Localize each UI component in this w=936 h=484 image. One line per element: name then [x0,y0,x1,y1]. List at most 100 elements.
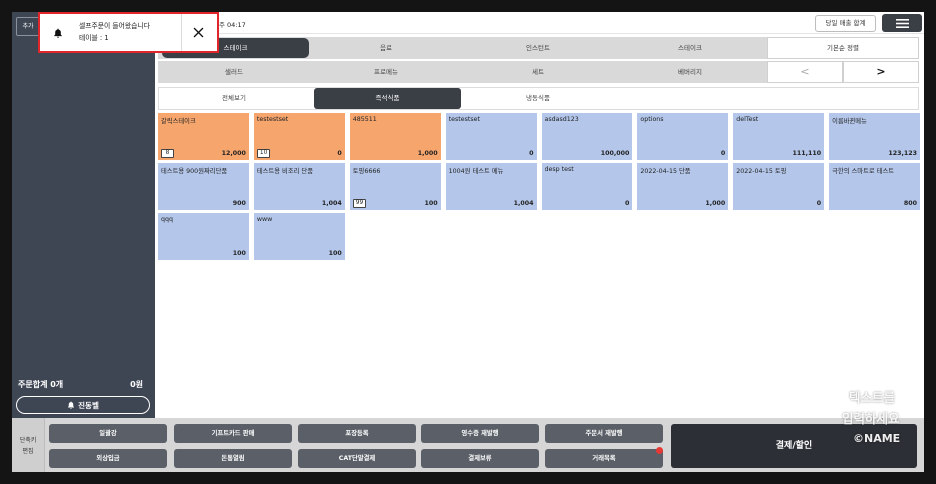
menu-tile-price: 0 [720,150,726,157]
hold-payment-button[interactable]: 결제보류 [421,449,539,468]
menu-tile[interactable]: qqq 100 [158,213,249,260]
menu-tile[interactable]: 이름바뀐메뉴 123,123 [829,113,920,160]
menu-tile-name: testestset [448,116,480,123]
menu-tile-name: 이름바뀐메뉴 [832,118,867,125]
self-order-notification: 셀프주문이 들어왔습니다 테이블 : 1 [38,12,219,53]
order-total-amount: 0원 [130,380,143,389]
subtab-frozen-food[interactable]: 냉동식품 [462,87,614,110]
quantity-badge: 10 [256,149,271,158]
subtab-all[interactable]: 전체보기 [158,87,310,110]
watermark-line-2: 입력하세요 [842,411,900,426]
shortcut-edit-button[interactable]: 단축키 편집 [12,418,45,472]
subtab-instant-food[interactable]: 즉석식품 [314,88,461,109]
pay-discount-button[interactable]: 결제/할인 [671,424,917,468]
menu-tile-name: delTest [736,116,759,123]
top-bar [155,12,924,34]
menu-tile[interactable]: 1004원 테스트 메뉴 1,004 [445,163,537,210]
divider [181,14,182,51]
menu-tile-price: 123,123 [888,150,917,157]
add-button[interactable]: 추가 [16,17,40,36]
menu-tile-name: 1004원 테스트 메뉴 [448,168,504,175]
menu-tile-name: 테스트용 900원짜리단품 [161,168,228,175]
menu-tile-price: 0 [624,200,630,207]
menu-tile-name: 2022-04-15 단품 [640,168,691,175]
menu-tile[interactable]: testestset 10 0 [253,113,345,160]
watermark-line-3: ©NAME [853,432,901,445]
menu-tile-name: 2022-04-15 토핑 [736,168,787,175]
menu-tile-price: 1,000 [705,200,726,207]
menu-tile-name: 485511 [352,116,377,123]
menu-tile-name: options [640,116,664,123]
tab-instant[interactable]: 인스턴트 [462,37,614,59]
tab-set[interactable]: 세트 [462,61,614,83]
menu-tile-price: 900 [232,200,246,207]
menu-tile[interactable]: options 0 [637,113,729,160]
menu-tile-price: 1,004 [321,200,342,207]
menu-tile[interactable]: 485511 1,000 [349,113,441,160]
shortcut-edit-label-2: 편집 [22,448,34,455]
notification-message: 셀프주문이 들어왔습니다 [79,22,150,30]
menu-tile-price: 0 [337,150,342,157]
menu-tile-name: 갈릭스테이크 [161,118,196,125]
receipt-reissue-button[interactable]: 영수증 재발행 [421,424,539,443]
menu-tile-name: www [256,216,273,223]
order-total-label: 주문합계 0개 [18,380,64,389]
menu-tile-price: 0 [816,200,822,207]
menu-tile[interactable]: www 100 [253,213,345,260]
menu-tile-name: 극한의 스마트로 테스트 [832,168,895,175]
menu-tile[interactable]: 2022-04-15 토핑 0 [733,163,825,210]
menu-tile[interactable]: asdasd123 100,000 [541,113,633,160]
sort-button[interactable]: 기본순 정렬 [767,37,919,59]
tab-steak-2[interactable]: 스테이크 [614,37,766,59]
menu-tile-name: qqq [161,216,173,223]
order-sidebar [12,12,155,418]
menu-tile[interactable]: testestset 0 [445,113,537,160]
menu-tile-price: 100 [328,250,342,257]
order-sheet-reissue-button[interactable]: 주문서 재발행 [545,424,663,443]
cat-terminal-payment-button[interactable]: CAT단말결제 [298,449,416,468]
tab-beverage[interactable]: 음료 [310,37,462,59]
prev-page-button[interactable]: < [767,61,843,83]
bell-icon [54,28,62,38]
menu-tile[interactable]: 2022-04-15 단품 1,000 [637,163,729,210]
notification-table: 테이블 : 1 [79,34,109,42]
daily-sales-button[interactable]: 당일 매출 합계 [815,15,876,32]
menu-tile[interactable]: 테스트용 비조리 단품 1,004 [253,163,345,210]
tab-pro-menu[interactable]: 프로메뉴 [310,61,462,83]
menu-tile-name: 테스트용 비조리 단품 [256,168,314,175]
next-page-button[interactable]: > [843,61,919,83]
tab-beverage-2[interactable]: 베버리지 [614,61,766,83]
close-icon[interactable] [193,27,204,38]
menu-tile-name: asdasd123 [544,116,579,123]
menu-tile-name: desp test [544,166,574,173]
vibration-bell-label: 진동벨 [78,400,99,410]
hamburger-icon[interactable] [882,14,922,32]
menu-tile-price: 100 [232,250,246,257]
tab-salad[interactable]: 샐러드 [158,61,310,83]
notification-dot [656,447,663,454]
menu-tile[interactable]: 극한의 스마트로 테스트 800 [829,163,920,210]
menu-tile-price: 111,110 [792,150,822,157]
menu-tile-price: 12,000 [221,150,246,157]
menu-tile[interactable]: 토핑6666 99 100 [349,163,441,210]
shortcut-edit-label-1: 단축키 [19,437,37,444]
quantity-badge: 8 [161,149,174,158]
gift-card-sale-button[interactable]: 기프트카드 판매 [174,424,292,443]
credit-deposit-button[interactable]: 외상입금 [49,449,167,468]
takeout-register-button[interactable]: 포장등록 [298,424,416,443]
transaction-list-button[interactable]: 거래목록 [545,449,663,468]
menu-tile-price: 1,004 [513,200,534,207]
watermark-line-1: 텍스트를 [849,390,896,405]
menu-tile-price: 0 [529,150,534,157]
menu-tile[interactable]: 갈릭스테이크 8 12,000 [158,113,249,160]
menu-tile-price: 100 [424,200,438,207]
open-cash-drawer-button[interactable]: 돈통열림 [174,449,292,468]
menu-tile-price: 1,000 [417,150,438,157]
menu-grid: 갈릭스테이크 8 12,000 testestset 10 0 485511 1… [158,113,920,260]
shortcut-button[interactable]: 일괄강 [49,424,167,443]
menu-tile[interactable]: desp test 0 [541,163,633,210]
menu-tile[interactable]: delTest 111,110 [733,113,825,160]
vibration-bell-button[interactable]: 진동벨 [16,396,150,414]
menu-tile-price: 100,000 [600,150,630,157]
menu-tile[interactable]: 테스트용 900원짜리단품 900 [158,163,249,210]
